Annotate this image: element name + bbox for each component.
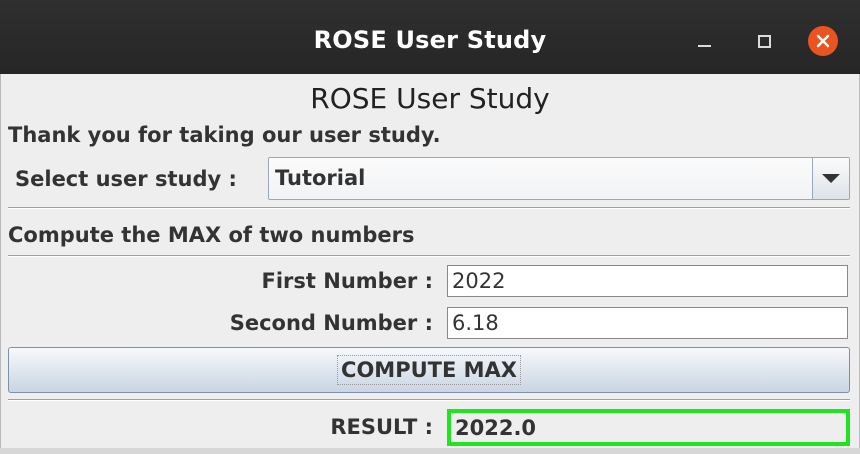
second-number-input[interactable]	[448, 308, 847, 338]
result-value: 2022.0	[455, 416, 537, 440]
window-title: ROSE User Study	[313, 26, 547, 54]
first-number-label: First Number :	[261, 269, 434, 293]
minimize-button[interactable]	[689, 26, 719, 56]
divider	[8, 399, 850, 401]
title-bar[interactable]: ROSE User Study	[0, 0, 860, 74]
study-select[interactable]: Tutorial	[268, 157, 850, 200]
compute-max-label: COMPUTE MAX	[337, 355, 521, 385]
first-number-field[interactable]	[447, 265, 848, 297]
maximize-button[interactable]	[749, 26, 779, 56]
study-select-label: Select user study :	[15, 167, 237, 191]
window-bottom-edge	[0, 448, 860, 454]
result-field: 2022.0	[447, 409, 850, 446]
minimize-icon	[697, 45, 711, 47]
task-heading: Compute the MAX of two numbers	[8, 223, 415, 247]
close-icon	[816, 34, 830, 48]
compute-max-button[interactable]: COMPUTE MAX	[8, 347, 850, 393]
second-number-field[interactable]	[447, 307, 848, 339]
close-button[interactable]	[808, 26, 838, 56]
page-title: ROSE User Study	[310, 82, 550, 115]
study-select-value: Tutorial	[275, 166, 366, 190]
thanks-text: Thank you for taking our user study.	[8, 123, 441, 147]
divider	[8, 255, 850, 257]
dropdown-button[interactable]	[812, 158, 849, 199]
first-number-input[interactable]	[448, 266, 847, 296]
result-label: RESULT :	[330, 415, 433, 439]
chevron-down-icon	[822, 174, 840, 183]
divider	[8, 207, 850, 209]
second-number-label: Second Number :	[229, 311, 433, 335]
maximize-icon	[757, 34, 771, 48]
app-window: ROSE User Study ROSE User Study Thank yo…	[0, 0, 860, 454]
